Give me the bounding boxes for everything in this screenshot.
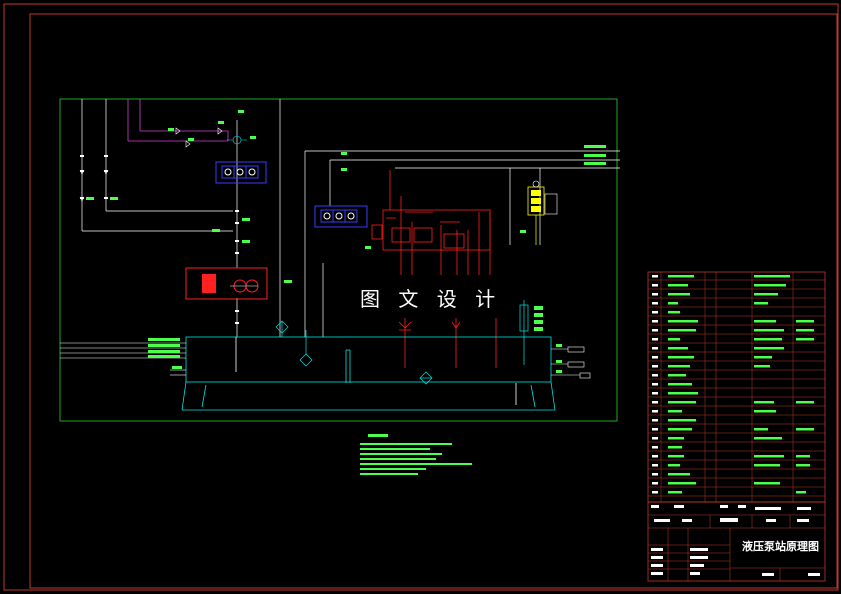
parts-list — [647, 271, 826, 503]
check-valve-icon — [79, 127, 247, 202]
title-block: 液压泵站原理图 — [647, 501, 826, 582]
tank-port-lines — [60, 342, 186, 376]
oil-tank-icon — [181, 336, 556, 411]
filter-icon — [275, 320, 433, 385]
hydraulic-schematic-sheet: 图 文 设 计 液压泵站原理图 — [3, 3, 839, 591]
proportional-valve-icon — [371, 170, 497, 368]
solenoid-valve-icon — [527, 180, 558, 245]
directional-valve-icon — [215, 161, 267, 184]
watermark-text: 图 文 设 计 — [360, 287, 501, 311]
hydraulic-lines — [81, 99, 620, 337]
drawing-title: 液压泵站原理图 — [742, 539, 819, 553]
pilot-lines — [127, 99, 229, 142]
technical-notes — [360, 434, 472, 475]
schematic-border — [59, 98, 618, 422]
pump-motor-icon — [185, 267, 268, 300]
port-tags — [148, 338, 562, 373]
level-indicator — [519, 300, 543, 365]
directional-valve-icon — [314, 205, 368, 228]
